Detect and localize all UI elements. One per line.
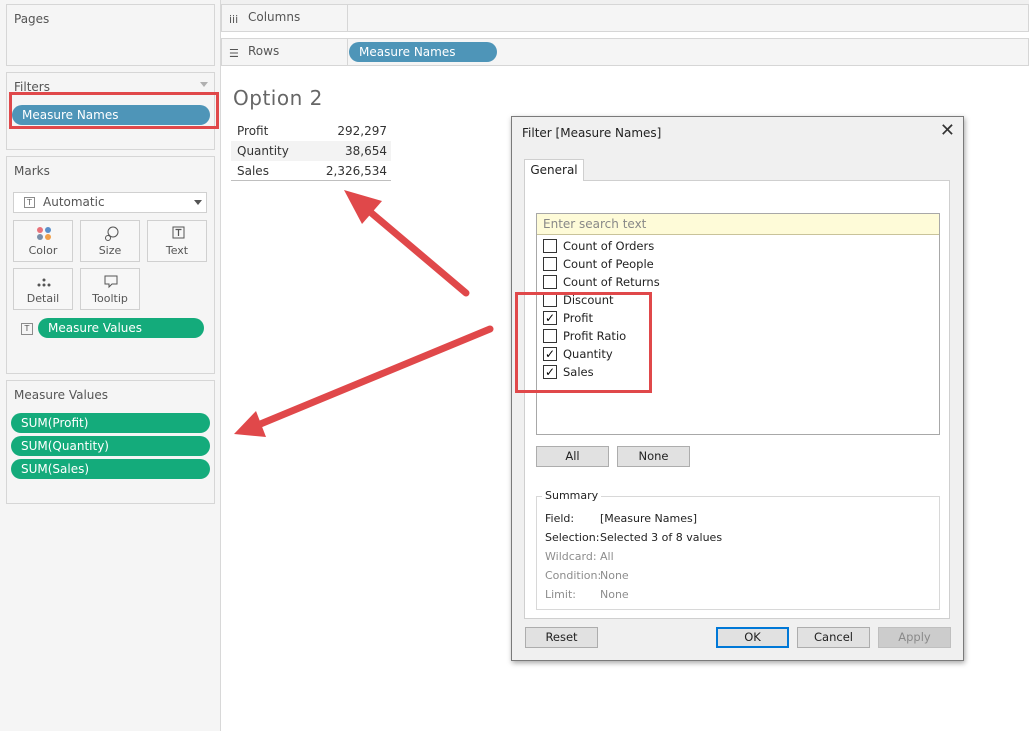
marks-text-label: Text — [165, 244, 189, 257]
sheet-title: Option 2 — [233, 86, 323, 110]
rows-label: Rows — [248, 44, 280, 58]
text-encoding-icon: T — [21, 323, 33, 335]
marks-detail-label: Detail — [26, 292, 60, 305]
measure-value-pill[interactable]: SUM(Sales) — [11, 459, 210, 479]
chevron-down-icon — [194, 200, 202, 205]
measure-table: Profit 292,297 Quantity 38,654 Sales 2,3… — [231, 121, 391, 181]
measure-value-pill[interactable]: SUM(Quantity) — [11, 436, 210, 456]
arrow-to-measure-values — [234, 325, 494, 437]
table-row[interactable]: Sales 2,326,534 — [231, 161, 391, 181]
tab-general[interactable]: General — [524, 159, 584, 181]
summary-key: Selection: — [545, 531, 600, 544]
table-row[interactable]: Quantity 38,654 — [231, 141, 391, 161]
table-row[interactable]: Profit 292,297 — [231, 121, 391, 141]
summary-legend: Summary — [542, 489, 602, 502]
columns-label: Columns — [248, 10, 301, 24]
summary-key: Wildcard: — [545, 550, 597, 563]
rows-pill-measure-names[interactable]: Measure Names — [349, 42, 497, 62]
detail-icon — [37, 278, 51, 287]
tooltip-icon — [104, 275, 118, 289]
color-dots-icon — [37, 227, 51, 240]
marks-detail-button[interactable]: Detail — [13, 268, 73, 310]
list-item-label: Count of Orders — [563, 239, 655, 253]
apply-button[interactable]: Apply — [878, 627, 951, 648]
row-value: 2,326,534 — [325, 164, 387, 178]
rows-shelf[interactable]: ☰ Rows Measure Names — [221, 38, 1029, 66]
checkbox[interactable] — [543, 257, 557, 271]
marks-tooltip-button[interactable]: Tooltip — [80, 268, 140, 310]
summary-key: Field: — [545, 512, 575, 525]
filters-dropdown-icon[interactable] — [200, 82, 208, 87]
pages-card: Pages — [6, 4, 215, 66]
summary-value: None — [600, 588, 629, 601]
marks-size-button[interactable]: Size — [80, 220, 140, 262]
close-icon[interactable]: ✕ — [940, 121, 955, 141]
pages-title: Pages — [14, 12, 50, 26]
summary-value: None — [600, 569, 629, 582]
text-mark-icon: T — [24, 197, 35, 208]
marks-tooltip-label: Tooltip — [92, 292, 128, 305]
columns-icon: iii — [229, 13, 239, 26]
row-value: 292,297 — [337, 124, 387, 138]
mark-type-dropdown[interactable]: T Automatic — [13, 192, 207, 213]
list-item-label: Count of Returns — [563, 275, 660, 289]
checkbox[interactable] — [543, 275, 557, 289]
summary-value: Selected 3 of 8 values — [600, 531, 723, 544]
row-name: Quantity — [237, 144, 289, 158]
rows-shelf-label-area: ☰ Rows — [222, 39, 348, 65]
search-input[interactable]: Enter search text — [537, 214, 939, 235]
marks-card: Marks T Automatic Color Size Text Detail… — [6, 156, 215, 374]
arrow-to-table — [344, 190, 470, 297]
checkbox[interactable] — [543, 239, 557, 253]
none-button[interactable]: None — [617, 446, 690, 467]
text-icon — [172, 226, 185, 239]
all-button[interactable]: All — [536, 446, 609, 467]
marks-color-button[interactable]: Color — [13, 220, 73, 262]
dialog-title: Filter [Measure Names] — [522, 126, 662, 140]
row-value: 38,654 — [345, 144, 387, 158]
measure-value-pill[interactable]: SUM(Profit) — [11, 413, 210, 433]
summary-value: All — [600, 550, 614, 563]
summary-key: Limit: — [545, 588, 576, 601]
mark-type-label: Automatic — [43, 195, 105, 209]
marks-text-button[interactable]: Text — [147, 220, 207, 262]
marks-title: Marks — [14, 164, 50, 178]
reset-button[interactable]: Reset — [525, 627, 598, 648]
general-tab-panel: Enter search text Count of Orders Count … — [524, 180, 950, 619]
summary-group: Summary Field: [Measure Names] Selection… — [536, 489, 940, 610]
rows-icon: ☰ — [229, 47, 239, 60]
selection-highlight-box — [515, 292, 652, 393]
row-name: Sales — [237, 164, 269, 178]
marks-color-label: Color — [28, 244, 58, 257]
row-name: Profit — [237, 124, 269, 138]
summary-key: Condition: — [545, 569, 602, 582]
summary-value: [Measure Names] — [600, 512, 698, 525]
columns-shelf-label-area: iii Columns — [222, 5, 348, 31]
cancel-button[interactable]: Cancel — [797, 627, 870, 648]
columns-shelf[interactable]: iii Columns — [221, 4, 1029, 32]
measure-values-card: Measure Values SUM(Profit) SUM(Quantity)… — [6, 380, 215, 504]
list-item-label: Count of People — [563, 257, 654, 271]
marks-text-pill[interactable]: Measure Values — [38, 318, 204, 338]
filter-highlight-box — [9, 92, 219, 129]
marks-size-label: Size — [98, 244, 122, 257]
size-icon — [105, 226, 119, 241]
ok-button[interactable]: OK — [716, 627, 789, 648]
measure-values-title: Measure Values — [14, 388, 109, 402]
